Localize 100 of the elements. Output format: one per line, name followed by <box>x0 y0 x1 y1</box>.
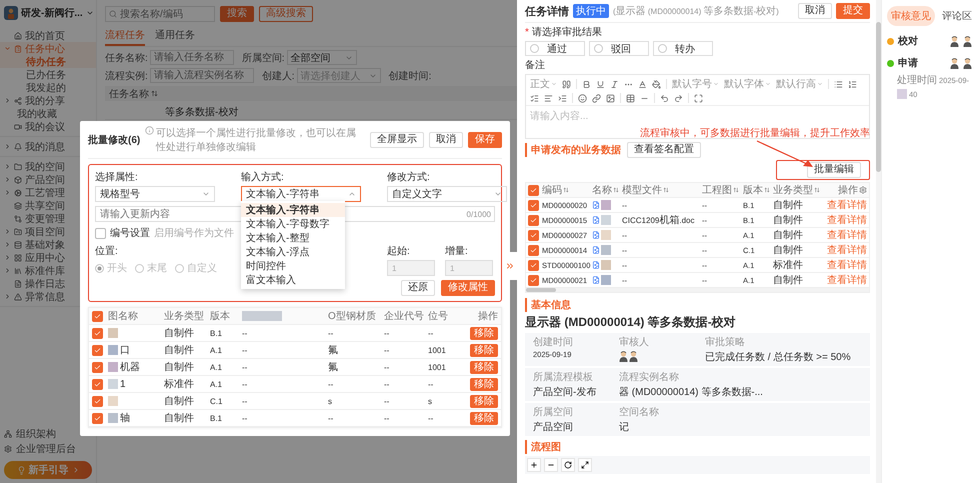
sidebar-item[interactable]: 我的分享 <box>0 94 96 107</box>
detail-link[interactable]: 查看详情 <box>825 243 869 257</box>
checkbox[interactable] <box>528 214 539 226</box>
result-option[interactable]: 通过 <box>525 41 585 56</box>
action-button[interactable]: 修改属性 <box>441 280 495 296</box>
zoom-out-button[interactable] <box>544 458 558 472</box>
sidebar-item[interactable]: 共享空间 <box>0 199 96 212</box>
remove-button[interactable]: 移除 <box>470 344 498 356</box>
detail-link[interactable]: 查看详情 <box>825 213 869 227</box>
action-button[interactable]: 还原 <box>401 280 435 296</box>
sidebar-item[interactable]: 产品空间 <box>0 173 96 186</box>
sidebar-item[interactable]: 我发起的 <box>0 81 96 94</box>
dropdown-option[interactable]: 时间控件 <box>241 259 345 273</box>
remove-button[interactable]: 移除 <box>470 412 498 424</box>
undo-icon[interactable] <box>660 94 669 102</box>
detail-link[interactable]: 查看详情 <box>825 273 869 287</box>
checkbox[interactable] <box>95 228 106 238</box>
italic-icon[interactable] <box>610 80 619 88</box>
underline-icon[interactable] <box>596 80 605 88</box>
checkbox[interactable] <box>528 230 539 240</box>
tab[interactable]: 通用任务 <box>155 26 195 46</box>
result-option[interactable]: 转办 <box>653 41 713 56</box>
fit-button[interactable] <box>578 458 592 472</box>
sidebar-item[interactable]: 我的会议 <box>0 120 96 133</box>
checkbox[interactable] <box>92 310 103 322</box>
attribute-select[interactable]: 自定义文字 <box>387 186 507 202</box>
sidebar-item[interactable]: 我的空间 <box>0 160 96 173</box>
checkbox[interactable] <box>92 412 103 424</box>
detail-link[interactable]: 查看详情 <box>825 228 869 242</box>
sidebar-item[interactable]: 已办任务 <box>0 68 96 81</box>
link-icon[interactable] <box>592 94 601 102</box>
bullet-list-icon[interactable] <box>834 80 843 88</box>
checklist-icon[interactable] <box>530 94 539 102</box>
filter-select[interactable]: 全部空间 <box>286 50 357 65</box>
remove-button[interactable]: 移除 <box>470 326 498 340</box>
drawer-button[interactable]: 提交 <box>836 3 870 19</box>
sidebar-item[interactable]: 我的首页 <box>0 29 96 42</box>
checkbox[interactable] <box>528 184 539 196</box>
numbered-list-icon[interactable] <box>848 80 857 88</box>
checkbox[interactable] <box>92 396 103 406</box>
dropdown-option[interactable]: 文本输入-整型 <box>241 231 345 245</box>
remove-button[interactable]: 移除 <box>470 378 498 390</box>
batch-edit-button[interactable]: 批量编辑 <box>807 162 861 178</box>
dialog-button[interactable]: 保存 <box>468 132 502 148</box>
checkbox[interactable] <box>528 260 539 270</box>
quote-icon[interactable] <box>562 80 571 88</box>
sidebar-link[interactable]: 组织架构 <box>4 427 92 440</box>
image-icon[interactable] <box>606 94 615 102</box>
sidebar-item[interactable]: 工艺管理 <box>0 186 96 199</box>
guide-button[interactable]: 新手引导 <box>4 461 92 479</box>
dropdown-option[interactable]: 富文本输入 <box>241 273 345 287</box>
checkbox[interactable] <box>92 344 103 356</box>
attribute-select[interactable]: 规格型号 <box>95 186 215 202</box>
config-button[interactable]: 查看签名配置 <box>627 142 701 158</box>
table-icon[interactable] <box>626 94 635 102</box>
remove-button[interactable]: 移除 <box>470 394 498 408</box>
fullscreen-icon[interactable] <box>694 94 703 102</box>
paint-bucket-icon[interactable] <box>652 80 661 88</box>
checkbox[interactable] <box>92 378 103 390</box>
dialog-button[interactable]: 取消 <box>429 132 463 148</box>
sidebar-item[interactable]: 项目空间 <box>0 225 96 238</box>
bold-icon[interactable] <box>582 80 591 88</box>
filter-input[interactable]: 请输入任务名称 <box>150 50 234 65</box>
drawer-button[interactable]: 取消 <box>798 3 832 19</box>
dialog-button[interactable]: 全屏显示 <box>370 132 424 148</box>
tab[interactable]: 审核意见 <box>887 6 935 26</box>
tab[interactable]: 流程任务 <box>105 26 145 46</box>
search-button[interactable]: 搜索 <box>220 6 254 22</box>
redo-icon[interactable] <box>674 94 683 102</box>
search-button[interactable]: 高级搜索 <box>259 6 313 22</box>
search-field[interactable]: 搜索名称/编码 <box>105 6 215 22</box>
sidebar-link[interactable]: 企业管理后台 <box>4 442 92 455</box>
zoom-in-button[interactable] <box>527 458 541 472</box>
align-icon[interactable] <box>544 94 553 102</box>
dropdown-option[interactable]: 文本输入-字母数字 <box>241 217 345 231</box>
sidebar-item[interactable]: 我的收藏 <box>0 107 96 120</box>
result-option[interactable]: 驳回 <box>589 41 649 56</box>
remove-button[interactable]: 移除 <box>470 360 498 374</box>
sidebar-item[interactable]: 操作日志 <box>0 277 96 290</box>
dropdown-option[interactable]: 文本输入-字符串 <box>241 203 345 217</box>
detail-link[interactable]: 查看详情 <box>825 198 869 212</box>
emoji-icon[interactable] <box>578 94 587 102</box>
sidebar-item[interactable]: 待办任务 <box>0 55 96 68</box>
checkbox[interactable] <box>528 274 539 286</box>
sidebar-item[interactable]: 任务中心 <box>0 42 96 55</box>
sidebar-item[interactable]: 变更管理 <box>0 212 96 225</box>
tab[interactable]: 评论区 <box>938 6 976 26</box>
sidebar-item[interactable]: 标准件库 <box>0 264 96 277</box>
checkbox[interactable] <box>528 200 539 210</box>
sidebar-item[interactable]: 应用中心 <box>0 251 96 264</box>
font-color-icon[interactable] <box>638 80 647 88</box>
indent-icon[interactable] <box>558 94 567 102</box>
checkbox[interactable] <box>92 328 103 338</box>
sidebar-item[interactable]: 异常信息 <box>0 290 96 303</box>
sidebar-item[interactable]: 基础对象 <box>0 238 96 251</box>
checkbox[interactable] <box>92 362 103 372</box>
dropdown-option[interactable]: 文本输入-浮点 <box>241 245 345 259</box>
checkbox[interactable] <box>528 244 539 256</box>
reset-button[interactable] <box>561 458 575 472</box>
detail-link[interactable]: 查看详情 <box>825 258 869 272</box>
